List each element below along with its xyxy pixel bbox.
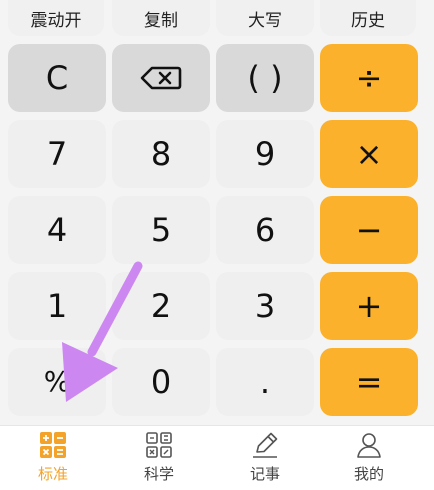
uppercase-label: 大写 — [248, 10, 282, 31]
three-key[interactable]: 3 — [216, 272, 314, 340]
minus-key-label: − — [355, 211, 383, 249]
multiply-key-label: × — [355, 135, 383, 173]
nav-item-scientific[interactable]: 科学 — [114, 430, 204, 486]
seven-key[interactable]: 7 — [8, 120, 106, 188]
calculator-grid-icon — [40, 432, 66, 458]
copy-label: 复制 — [144, 10, 178, 31]
clear-key-label: C — [45, 59, 69, 97]
two-key[interactable]: 2 — [112, 272, 210, 340]
function-row: 震动开 复制 大写 历史 — [0, 0, 434, 40]
eight-key-label: 8 — [150, 135, 172, 173]
nav-label-mine: 我的 — [353, 465, 384, 483]
plus-key[interactable]: + — [320, 272, 418, 340]
six-key-label: 6 — [254, 211, 276, 249]
user-profile-icon — [357, 433, 381, 458]
history-button[interactable]: 历史 — [320, 0, 416, 36]
equals-key[interactable]: = — [320, 348, 418, 416]
eight-key[interactable]: 8 — [112, 120, 210, 188]
backspace-key[interactable] — [112, 44, 210, 112]
nav-item-mine[interactable]: 我的 — [324, 430, 414, 486]
pencil-icon — [253, 432, 278, 458]
six-key[interactable]: 6 — [216, 196, 314, 264]
scientific-calculator-icon — [146, 432, 172, 458]
percent-key[interactable]: % — [8, 348, 106, 416]
decimal-point-key-label: . — [259, 363, 271, 401]
calculator-app: 震动开 复制 大写 历史 C ( ) ÷ 7 8 9 × 4 5 6 − 1 2… — [0, 0, 434, 490]
vibrate-toggle-button[interactable]: 震动开 — [8, 0, 104, 36]
seven-key-label: 7 — [46, 135, 68, 173]
nav-label-notes: 记事 — [249, 465, 280, 483]
backspace-icon — [140, 66, 182, 90]
divide-key-label: ÷ — [355, 59, 383, 97]
divide-key[interactable]: ÷ — [320, 44, 418, 112]
one-key[interactable]: 1 — [8, 272, 106, 340]
bottom-navigation: 标准 科学 记事 我的 — [0, 425, 434, 490]
vibrate-label: 震动开 — [30, 10, 82, 31]
decimal-point-key[interactable]: . — [216, 348, 314, 416]
minus-key[interactable]: − — [320, 196, 418, 264]
nav-item-standard[interactable]: 标准 — [8, 430, 98, 486]
nav-label-standard: 标准 — [37, 465, 68, 483]
uppercase-button[interactable]: 大写 — [216, 0, 314, 36]
nine-key-label: 9 — [254, 135, 276, 173]
four-key-label: 4 — [46, 211, 68, 249]
plus-key-label: + — [355, 287, 383, 325]
clear-key[interactable]: C — [8, 44, 106, 112]
nine-key[interactable]: 9 — [216, 120, 314, 188]
five-key-label: 5 — [150, 211, 172, 249]
zero-key[interactable]: 0 — [112, 348, 210, 416]
zero-key-label: 0 — [150, 363, 172, 401]
three-key-label: 3 — [254, 287, 276, 325]
four-key[interactable]: 4 — [8, 196, 106, 264]
percent-key-label: % — [43, 365, 71, 398]
equals-key-label: = — [355, 363, 383, 401]
history-label: 历史 — [351, 10, 385, 31]
one-key-label: 1 — [46, 287, 68, 325]
nav-label-scientific: 科学 — [143, 465, 174, 483]
parentheses-key[interactable]: ( ) — [216, 44, 314, 112]
multiply-key[interactable]: × — [320, 120, 418, 188]
nav-item-notes[interactable]: 记事 — [220, 430, 310, 486]
five-key[interactable]: 5 — [112, 196, 210, 264]
copy-button[interactable]: 复制 — [112, 0, 210, 36]
parentheses-key-label: ( ) — [247, 59, 283, 97]
two-key-label: 2 — [150, 287, 172, 325]
